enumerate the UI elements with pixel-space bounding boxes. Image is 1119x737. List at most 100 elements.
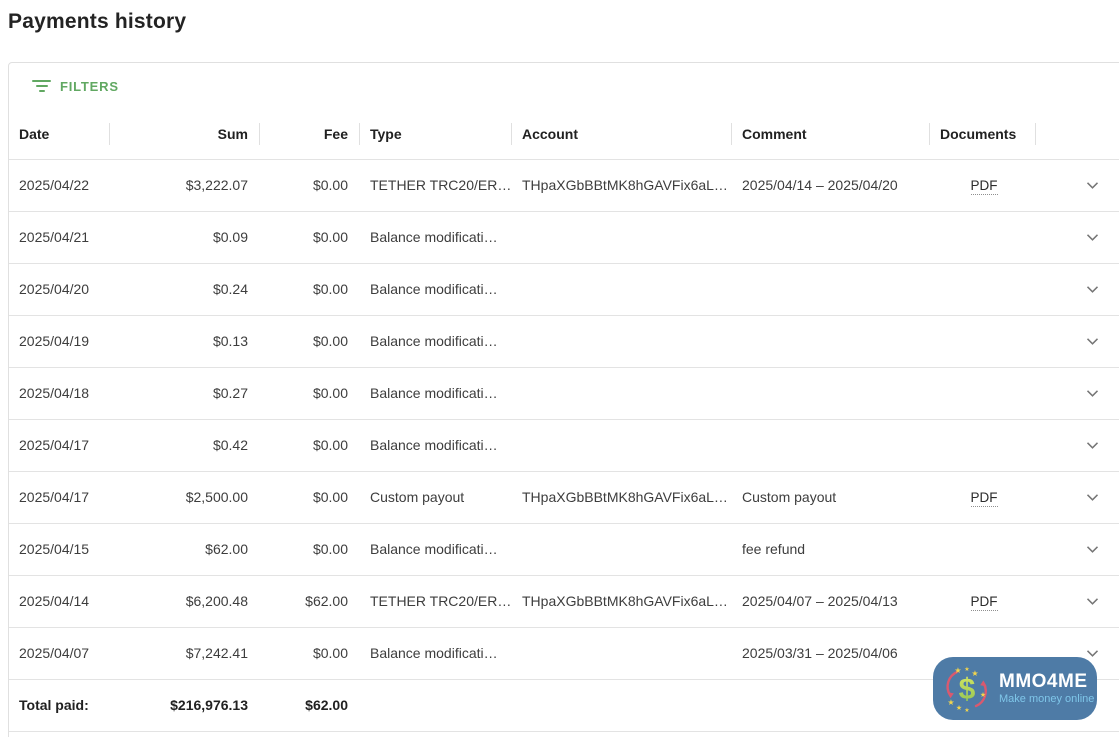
cell-comment: 2025/03/31 – 2025/04/06 xyxy=(732,626,930,679)
cell-expand xyxy=(1036,262,1119,315)
cell-date: 2025/04/14 xyxy=(9,574,110,627)
table-row: 2025/04/17 $2,500.00 $0.00 Custom payout… xyxy=(9,470,1119,523)
svg-text:$: $ xyxy=(959,673,976,706)
total-sum: $216,976.13 xyxy=(110,678,260,732)
cell-account xyxy=(512,314,732,367)
column-header-account[interactable]: Account xyxy=(512,109,732,159)
column-header-sum[interactable]: Sum xyxy=(110,109,260,159)
cell-date: 2025/04/20 xyxy=(9,262,110,315)
cell-account xyxy=(512,522,732,575)
cell-sum: $7,242.41 xyxy=(110,626,260,679)
cell-sum: $2,500.00 xyxy=(110,470,260,523)
cell-comment xyxy=(732,210,930,263)
pdf-link[interactable]: PDF xyxy=(970,178,998,195)
chevron-down-icon[interactable] xyxy=(1086,389,1099,398)
filter-icon xyxy=(32,80,51,92)
total-fee: $62.00 xyxy=(260,678,360,732)
cell-documents: PDF xyxy=(930,574,1036,627)
svg-text:★: ★ xyxy=(947,698,954,707)
cell-documents xyxy=(930,210,1036,263)
cell-type: Balance modificati… xyxy=(360,210,512,263)
column-header-date[interactable]: Date xyxy=(9,109,110,159)
chevron-down-icon[interactable] xyxy=(1086,493,1099,502)
cell-sum: $3,222.07 xyxy=(110,158,260,211)
cell-type: Balance modificati… xyxy=(360,522,512,575)
cell-expand xyxy=(1036,418,1119,471)
cell-type: TETHER TRC20/ER… xyxy=(360,158,512,211)
table-row: 2025/04/20 $0.24 $0.00 Balance modificat… xyxy=(9,262,1119,315)
cell-fee: $0.00 xyxy=(260,470,360,523)
cell-comment xyxy=(732,418,930,471)
cell-expand xyxy=(1036,210,1119,263)
cell-date: 2025/04/17 xyxy=(9,418,110,471)
pdf-link[interactable]: PDF xyxy=(970,594,998,611)
chevron-down-icon[interactable] xyxy=(1086,285,1099,294)
chevron-down-icon[interactable] xyxy=(1086,233,1099,242)
filters-label: FILTERS xyxy=(60,78,119,94)
cell-account: THpaXGbBBtMK8hGAVFix6aL… xyxy=(512,574,732,627)
filters-button[interactable]: FILTERS xyxy=(9,63,1119,109)
column-header-fee[interactable]: Fee xyxy=(260,109,360,159)
cell-account: THpaXGbBBtMK8hGAVFix6aL… xyxy=(512,470,732,523)
cell-fee: $0.00 xyxy=(260,626,360,679)
svg-text:★: ★ xyxy=(964,666,969,673)
table-row: 2025/04/18 $0.27 $0.00 Balance modificat… xyxy=(9,366,1119,419)
cell-expand xyxy=(1036,158,1119,211)
cell-comment xyxy=(732,314,930,367)
cell-documents xyxy=(930,262,1036,315)
mmo4me-watermark: ★ ★ ★ ★ ★ ★ ★ $ MMO4ME Make money online xyxy=(933,657,1097,720)
column-header-documents[interactable]: Documents xyxy=(930,109,1036,159)
cell-documents: PDF xyxy=(930,470,1036,523)
cell-fee: $0.00 xyxy=(260,158,360,211)
cell-fee: $0.00 xyxy=(260,366,360,419)
cell-date: 2025/04/19 xyxy=(9,314,110,367)
cell-expand xyxy=(1036,574,1119,627)
cell-sum: $62.00 xyxy=(110,522,260,575)
cell-comment: fee refund xyxy=(732,522,930,575)
payments-history-card: FILTERS Date Sum Fee Type Account Commen… xyxy=(8,62,1119,737)
cell-type: Balance modificati… xyxy=(360,314,512,367)
cell-sum: $6,200.48 xyxy=(110,574,260,627)
cell-fee: $0.00 xyxy=(260,262,360,315)
cell-comment xyxy=(732,366,930,419)
table-row: 2025/04/17 $0.42 $0.00 Balance modificat… xyxy=(9,418,1119,471)
chevron-down-icon[interactable] xyxy=(1086,181,1099,190)
cell-expand xyxy=(1036,522,1119,575)
cell-account xyxy=(512,262,732,315)
cell-fee: $0.00 xyxy=(260,314,360,367)
table-row: 2025/04/15 $62.00 $0.00 Balance modifica… xyxy=(9,522,1119,575)
chevron-down-icon[interactable] xyxy=(1086,597,1099,606)
chevron-down-icon[interactable] xyxy=(1086,649,1099,658)
cell-sum: $0.09 xyxy=(110,210,260,263)
watermark-tagline: Make money online xyxy=(999,692,1095,705)
column-header-comment[interactable]: Comment xyxy=(732,109,930,159)
dollar-logo-icon: ★ ★ ★ ★ ★ ★ ★ $ xyxy=(946,666,987,713)
table-header-row: Date Sum Fee Type Account Comment Docume… xyxy=(9,109,1119,159)
cell-sum: $0.27 xyxy=(110,366,260,419)
cell-type: Balance modificati… xyxy=(360,626,512,679)
cell-date: 2025/04/15 xyxy=(9,522,110,575)
cell-comment: 2025/04/14 – 2025/04/20 xyxy=(732,158,930,211)
cell-fee: $62.00 xyxy=(260,574,360,627)
cell-type: Balance modificati… xyxy=(360,418,512,471)
table-row: 2025/04/19 $0.13 $0.00 Balance modificat… xyxy=(9,314,1119,367)
pdf-link[interactable]: PDF xyxy=(970,490,998,507)
cell-date: 2025/04/21 xyxy=(9,210,110,263)
cell-date: 2025/04/07 xyxy=(9,626,110,679)
watermark-name: MMO4ME xyxy=(999,671,1088,693)
chevron-down-icon[interactable] xyxy=(1086,545,1099,554)
cell-comment xyxy=(732,262,930,315)
cell-sum: $0.13 xyxy=(110,314,260,367)
chevron-down-icon[interactable] xyxy=(1086,441,1099,450)
cell-documents xyxy=(930,522,1036,575)
table-row: 2025/04/22 $3,222.07 $0.00 TETHER TRC20/… xyxy=(9,158,1119,211)
cell-fee: $0.00 xyxy=(260,522,360,575)
cell-documents xyxy=(930,418,1036,471)
table-row: 2025/04/14 $6,200.48 $62.00 TETHER TRC20… xyxy=(9,574,1119,627)
cell-date: 2025/04/18 xyxy=(9,366,110,419)
cell-documents: PDF xyxy=(930,158,1036,211)
column-header-type[interactable]: Type xyxy=(360,109,512,159)
page-title: Payments history xyxy=(8,10,187,33)
chevron-down-icon[interactable] xyxy=(1086,337,1099,346)
cell-type: Balance modificati… xyxy=(360,262,512,315)
